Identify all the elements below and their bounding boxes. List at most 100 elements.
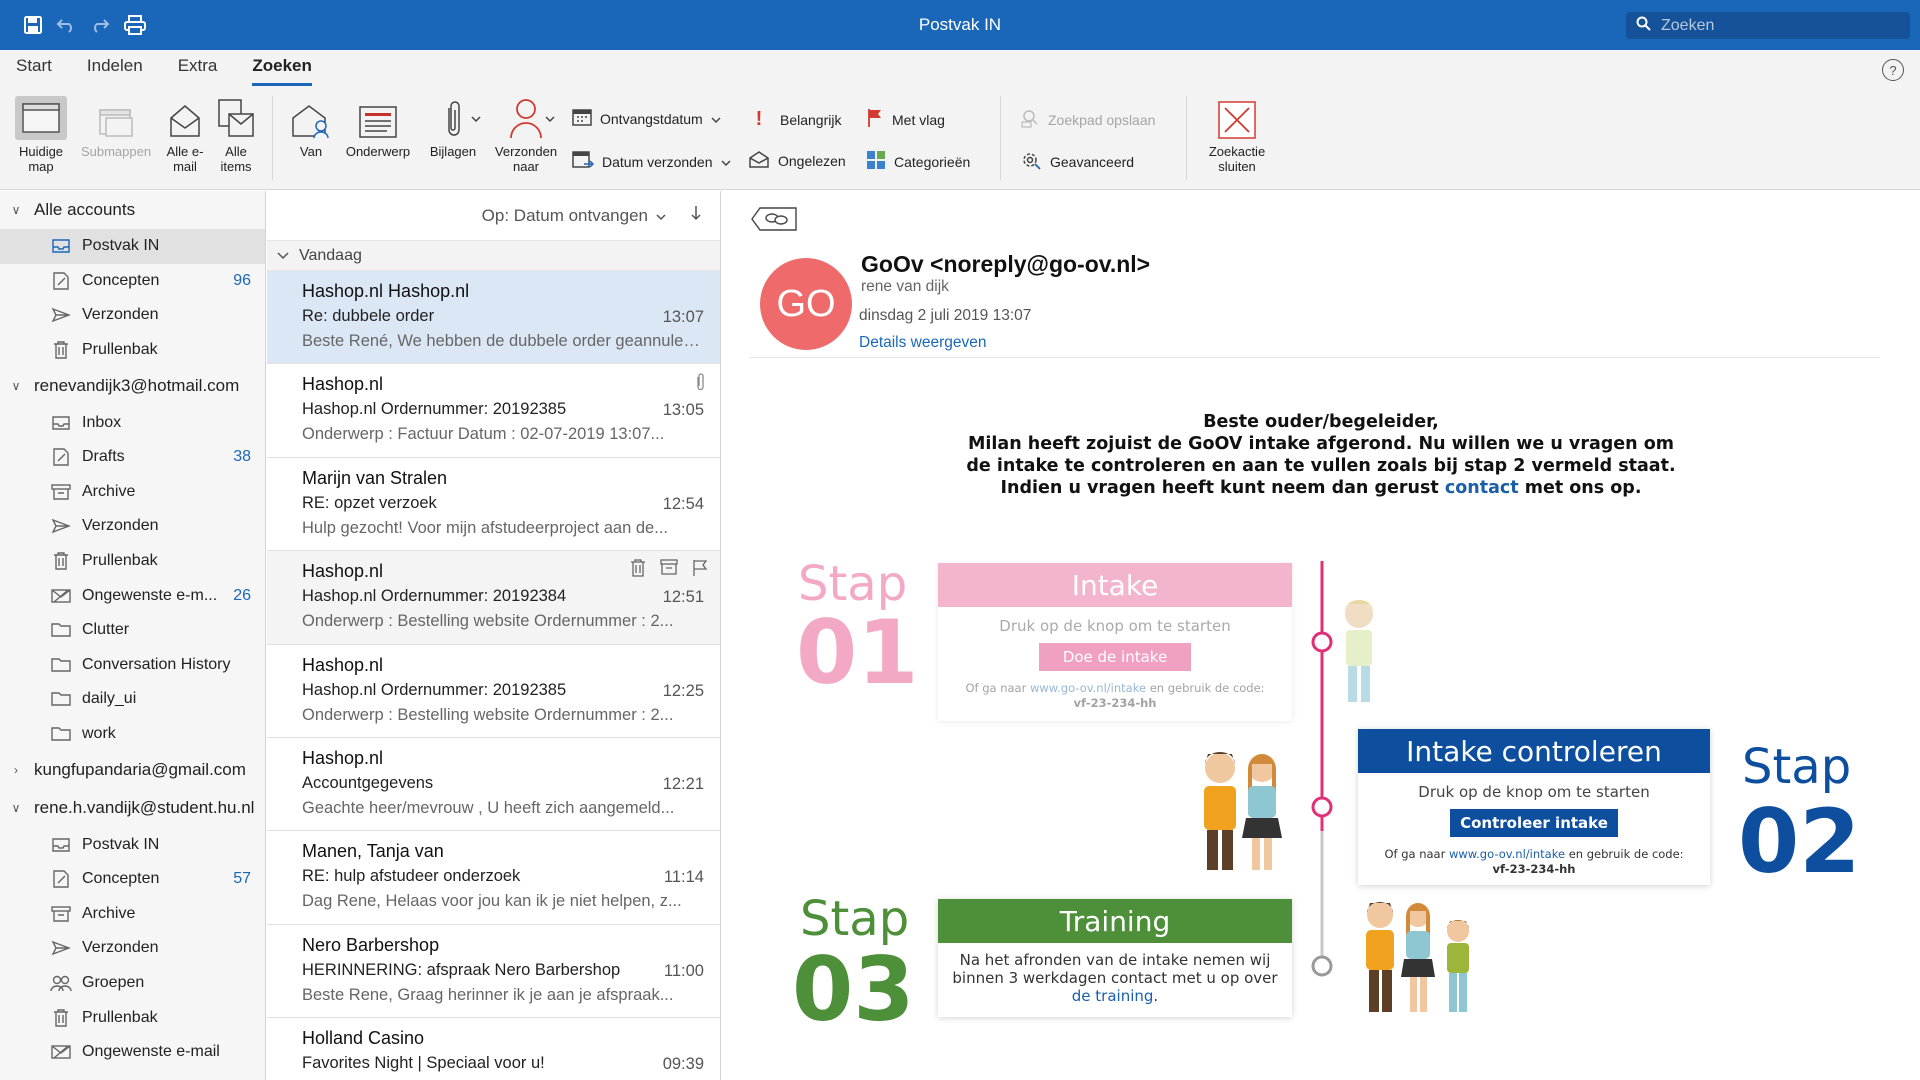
flagged-button[interactable]: Met vlag	[866, 108, 945, 131]
message-row[interactable]: Hashop.nl Hashop.nl Ordernummer: 2019238…	[267, 551, 720, 645]
from-button[interactable]: Van	[288, 96, 334, 159]
attachments-dropdown-chevron-icon[interactable]	[471, 116, 481, 123]
message-time: 11:00	[663, 961, 704, 980]
subject-button[interactable]: Onderwerp	[340, 96, 416, 159]
folder-item-concepten[interactable]: Concepten 96	[0, 264, 265, 299]
tag-icon[interactable]	[750, 205, 800, 238]
sent-date-button[interactable]: Datum verzonden	[572, 150, 731, 173]
categories-button[interactable]: Categorieën	[866, 150, 970, 173]
save-icon[interactable]	[24, 16, 42, 34]
subfolders-button[interactable]: Submappen	[76, 96, 156, 159]
sent-icon	[50, 940, 72, 956]
sort-dropdown[interactable]: Op: Datum ontvangen	[482, 206, 666, 226]
account-kungfupandaria[interactable]: › kungfupandaria@gmail.com	[0, 751, 265, 789]
search-box[interactable]	[1626, 12, 1910, 39]
account-student-hu[interactable]: ∨ rene.h.vandijk@student.hu.nl	[0, 789, 265, 827]
sent-to-dropdown-chevron-icon[interactable]	[545, 116, 555, 123]
save-search-button[interactable]: Zoekpad opslaan	[1020, 108, 1155, 131]
step2-card: Intake controleren Druk op de knop om te…	[1358, 729, 1710, 885]
step2-intake-link[interactable]: www.go-ov.nl/intake	[1449, 847, 1565, 861]
folder-item-verzonden[interactable]: Verzonden	[0, 298, 265, 333]
folder-item-clutter[interactable]: Clutter	[0, 613, 265, 648]
folder-item-verzonden[interactable]: Verzonden	[0, 509, 265, 544]
archive-icon[interactable]	[660, 559, 678, 582]
folder-item-groepen[interactable]: Groepen	[0, 966, 265, 1001]
all-items-icon	[215, 96, 257, 140]
ribbon-separator	[272, 96, 273, 180]
details-link[interactable]: Details weergeven	[859, 334, 987, 352]
folder-item-daily-ui[interactable]: daily_ui	[0, 682, 265, 717]
training-link[interactable]: de training	[1072, 987, 1154, 1005]
tab-indelen[interactable]: Indelen	[87, 56, 143, 86]
folder-item-drafts[interactable]: Drafts 38	[0, 440, 265, 475]
message-row[interactable]: Hashop.nl Hashop.nl Ordernummer: 2019238…	[267, 645, 720, 738]
sent-icon	[50, 307, 72, 323]
received-date-button[interactable]: Ontvangstdatum	[572, 108, 721, 129]
archive-icon	[50, 905, 72, 923]
archive-icon	[50, 483, 72, 501]
group-header-vandaag[interactable]: Vandaag	[267, 241, 720, 271]
message-subject: Hashop.nl Ordernummer: 20192384	[302, 587, 567, 606]
flag-icon[interactable]	[692, 559, 708, 582]
message-row[interactable]: Hashop.nl Hashop.nl Re: dubbele order 13…	[267, 271, 720, 365]
check-intake-button[interactable]: Controleer intake	[1450, 809, 1618, 837]
message-row[interactable]: Nero Barbershop HERINNERING: afspraak Ne…	[267, 925, 720, 1019]
folder-item-concepten[interactable]: Concepten 57	[0, 862, 265, 897]
sent-to-label: Verzonden naar	[494, 144, 558, 174]
folder-item-conversation-history[interactable]: Conversation History	[0, 648, 265, 683]
folder-item-prullenbak[interactable]: Prullenbak	[0, 1000, 265, 1035]
message-row[interactable]: Manen, Tanja van RE: hulp afstudeer onde…	[267, 831, 720, 925]
paperclip-icon	[694, 372, 706, 397]
folder-item-archive[interactable]: Archive	[0, 475, 265, 510]
folder-label: Prullenbak	[82, 552, 158, 570]
child-illustration	[1345, 600, 1373, 702]
message-preview: Hulp gezocht! Voor mijn afstudeerproject…	[302, 518, 668, 537]
advanced-button[interactable]: Geavanceerd	[1020, 150, 1134, 173]
message-row[interactable]: Holland Casino Favorites Night | Speciaa…	[267, 1018, 720, 1080]
search-input[interactable]	[1661, 16, 1881, 35]
help-icon[interactable]: ?	[1882, 59, 1904, 81]
redo-icon[interactable]	[90, 17, 110, 33]
folder-item-junk[interactable]: Ongewenste e-m... 26	[0, 578, 265, 613]
account-all-accounts[interactable]: ∨ Alle accounts	[0, 191, 265, 229]
current-folder-button[interactable]: Huidige map	[14, 96, 68, 174]
folder-item-prullenbak[interactable]: Prullenbak	[0, 544, 265, 579]
folder-item-postvak-in[interactable]: Postvak IN	[0, 827, 265, 862]
close-search-button[interactable]: Zoekactie sluiten	[1200, 96, 1274, 174]
folder-item-verzonden[interactable]: Verzonden	[0, 931, 265, 966]
contact-link[interactable]: contact	[1445, 478, 1519, 498]
message-preview: Beste René, We hebben de dubbele order g…	[302, 332, 704, 350]
step1-intake-link[interactable]: www.go-ov.nl/intake	[1030, 681, 1146, 695]
sender-name[interactable]: GoOv <noreply@go-ov.nl>	[861, 251, 1150, 278]
do-intake-button[interactable]: Doe de intake	[1038, 643, 1192, 671]
tab-start[interactable]: Start	[16, 56, 52, 86]
sent-to-button[interactable]: Verzonden naar	[488, 96, 564, 174]
folder-item-postvak-in[interactable]: Postvak IN	[0, 229, 265, 264]
folder-label: Verzonden	[82, 939, 159, 957]
all-mail-button[interactable]: Alle e-mail	[163, 96, 207, 174]
folder-item-prullenbak[interactable]: Prullenbak	[0, 333, 265, 368]
message-row[interactable]: Marijn van Stralen RE: opzet verzoek 12:…	[267, 458, 720, 552]
subfolders-icon	[96, 96, 136, 140]
step2-instructions-b: en gebruik de code:	[1568, 847, 1684, 861]
important-button[interactable]: ! Belangrijk	[752, 108, 842, 131]
sort-direction-arrow-icon[interactable]	[690, 205, 702, 226]
all-items-button[interactable]: Alle items	[214, 96, 258, 174]
undo-icon[interactable]	[56, 17, 76, 33]
tab-extra[interactable]: Extra	[178, 56, 218, 86]
print-icon[interactable]	[124, 15, 146, 35]
folder-item-junk[interactable]: Ongewenste e-mail	[0, 1035, 265, 1070]
account-renevandijk3[interactable]: ∨ renevandijk3@hotmail.com	[0, 367, 265, 405]
unread-button[interactable]: Ongelezen	[748, 150, 846, 171]
message-row[interactable]: Hashop.nl Accountgegevens 12:21 Geachte …	[267, 738, 720, 832]
junk-icon	[50, 1044, 72, 1060]
inbox-icon	[50, 415, 72, 431]
folder-item-work[interactable]: work	[0, 717, 265, 752]
trash-icon[interactable]	[630, 559, 646, 582]
tab-zoeken[interactable]: Zoeken	[252, 56, 312, 86]
folder-item-inbox[interactable]: Inbox	[0, 405, 265, 440]
message-row[interactable]: Hashop.nl Hashop.nl Ordernummer: 2019238…	[267, 364, 720, 458]
folder-item-archive[interactable]: Archive	[0, 897, 265, 932]
attachments-button[interactable]: Bijlagen	[424, 96, 482, 159]
message-date: dinsdag 2 juli 2019 13:07	[859, 307, 1032, 324]
